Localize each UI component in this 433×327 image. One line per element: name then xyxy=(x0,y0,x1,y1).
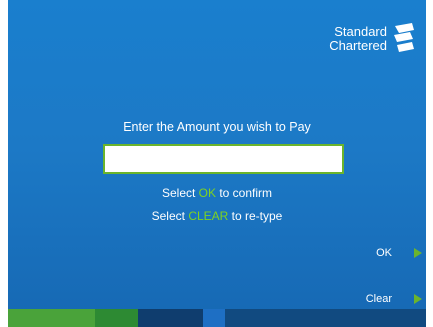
standard-chartered-logo-icon xyxy=(394,23,414,52)
bank-logo: Standard Chartered xyxy=(329,22,416,56)
logo-line-2: Chartered xyxy=(329,38,387,53)
confirm-hint-post: to confirm xyxy=(216,186,273,200)
clear-arrow-icon xyxy=(414,294,422,304)
amount-input[interactable] xyxy=(103,144,344,174)
amount-prompt: Enter the Amount you wish to Pay xyxy=(123,120,311,134)
retype-hint: Select CLEAR to re-type xyxy=(8,209,426,223)
ok-arrow-icon xyxy=(414,248,422,258)
clear-button-label: Clear xyxy=(365,293,392,305)
bar-segment-green-dark xyxy=(95,309,138,327)
logo-line-1: Standard xyxy=(334,24,387,39)
ok-button[interactable]: OK xyxy=(376,247,422,259)
bar-segment-blue xyxy=(203,309,225,327)
clear-button[interactable]: Clear xyxy=(366,293,422,305)
retype-hint-post: to re-type xyxy=(228,209,283,223)
retype-hint-keyword: CLEAR xyxy=(188,209,229,223)
atm-screen: Standard Chartered Enter the Amount you … xyxy=(8,0,426,327)
ok-button-label: OK xyxy=(376,247,392,259)
confirm-hint-pre: Select xyxy=(161,186,199,200)
bar-segment-green-light xyxy=(8,309,95,327)
decorative-bottom-bar xyxy=(8,309,426,327)
confirm-hint-keyword: OK xyxy=(198,186,216,200)
retype-hint-pre: Select xyxy=(151,209,189,223)
confirm-hint: Select OK to confirm xyxy=(8,186,426,200)
bar-segment-navy xyxy=(138,309,203,327)
logo-text: Standard Chartered xyxy=(329,25,387,53)
bar-segment-deep-blue xyxy=(225,309,426,327)
